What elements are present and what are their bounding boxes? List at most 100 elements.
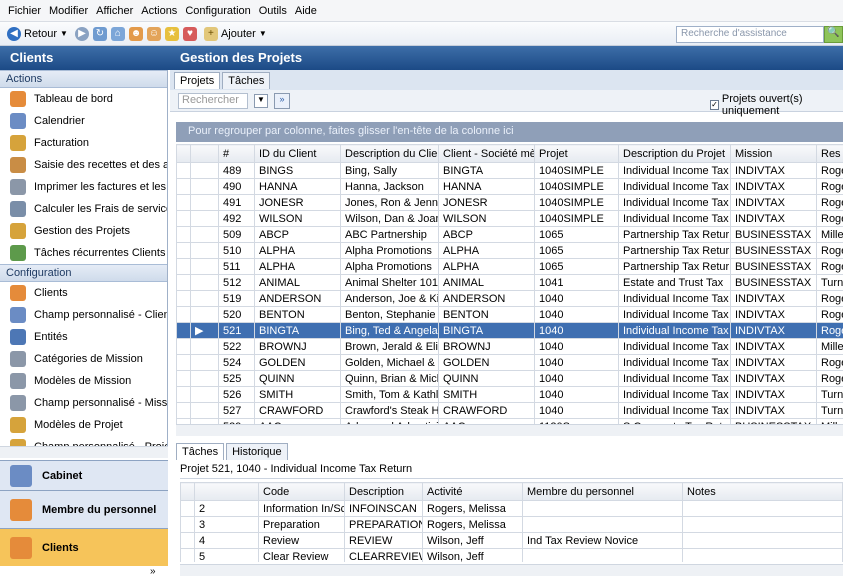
- table-cell[interactable]: 521: [218, 322, 255, 339]
- table-cell[interactable]: Partnership Tax Retur: [618, 226, 731, 243]
- sidebar-item[interactable]: Facturation: [0, 132, 167, 154]
- table-cell[interactable]: 1040: [534, 370, 619, 387]
- column-header[interactable]: Description du Client: [340, 144, 439, 163]
- nav-button[interactable]: Cabinet: [0, 460, 168, 490]
- menu-item[interactable]: Afficher: [92, 5, 137, 17]
- table-cell[interactable]: 491: [218, 194, 255, 211]
- table-cell[interactable]: ANIMAL: [254, 274, 341, 291]
- table-cell[interactable]: CRAWFORD: [438, 402, 535, 419]
- table-cell[interactable]: Individual Income Tax: [618, 402, 731, 419]
- sidebar-item[interactable]: Saisie des recettes et des aju...: [0, 154, 167, 176]
- table-cell[interactable]: 512: [218, 274, 255, 291]
- table-row[interactable]: 5 Clear Review CLEARREVIEW Wilson, Jeff: [180, 548, 843, 562]
- table-cell[interactable]: Roger: [816, 322, 843, 339]
- menu-item[interactable]: Outils: [255, 5, 291, 17]
- search-input[interactable]: Rechercher: [178, 92, 248, 109]
- table-cell[interactable]: HANNA: [438, 178, 535, 195]
- table-cell[interactable]: BUSINESSTAX: [730, 242, 817, 259]
- table-cell[interactable]: Roger: [816, 258, 843, 275]
- table-cell[interactable]: Smith, Tom & Kathlee: [340, 386, 439, 403]
- table-cell[interactable]: Review: [258, 532, 345, 549]
- table-cell[interactable]: Individual Income Tax: [618, 210, 731, 227]
- column-header[interactable]: Res: [816, 144, 843, 163]
- search-icon[interactable]: 🔍: [824, 26, 843, 43]
- column-header[interactable]: Projet: [534, 144, 619, 163]
- table-cell[interactable]: [522, 516, 683, 533]
- table-cell[interactable]: Turne: [816, 386, 843, 403]
- table-cell[interactable]: INDIVTAX: [730, 386, 817, 403]
- table-cell[interactable]: 4: [194, 532, 259, 549]
- row-selector[interactable]: [180, 500, 195, 517]
- projects-hscrollbar[interactable]: [176, 424, 843, 436]
- table-cell[interactable]: 1040: [534, 306, 619, 323]
- table-cell[interactable]: 1065: [534, 242, 619, 259]
- table-cell[interactable]: BINGTA: [254, 322, 341, 339]
- table-cell[interactable]: 1040SIMPLE: [534, 210, 619, 227]
- table-cell[interactable]: Information In/Sc: [258, 500, 345, 517]
- table-cell[interactable]: INDIVTAX: [730, 178, 817, 195]
- table-cell[interactable]: Turne: [816, 274, 843, 291]
- table-row[interactable]: 526SMITHSmith, Tom & KathleeSMITH1040Ind…: [176, 386, 843, 403]
- table-row[interactable]: 510 ALPHA Alpha Promotions ALPHA 1065 Partner…: [176, 242, 843, 259]
- table-cell[interactable]: Individual Income Tax: [618, 162, 731, 179]
- table-cell[interactable]: Individual Income Tax: [618, 386, 731, 403]
- table-cell[interactable]: 489: [218, 162, 255, 179]
- menu-item[interactable]: Actions: [137, 5, 181, 17]
- table-cell[interactable]: Bing, Sally: [340, 162, 439, 179]
- table-row[interactable]: ▶ 521 BINGTA Bing, Ted & Angela BINGTA 1040 In…: [176, 322, 843, 339]
- table-cell[interactable]: 527: [218, 402, 255, 419]
- table-cell[interactable]: Brown, Jerald & Eliza: [340, 338, 439, 355]
- tab[interactable]: Tâches: [222, 72, 271, 89]
- table-cell[interactable]: [682, 516, 843, 533]
- table-cell[interactable]: 1040SIMPLE: [534, 194, 619, 211]
- table-cell[interactable]: Roger: [816, 354, 843, 371]
- table-cell[interactable]: QUINN: [254, 370, 341, 387]
- row-selector[interactable]: [176, 322, 191, 339]
- sidebar-item[interactable]: Champ personnalisé - Client: [0, 304, 167, 326]
- table-cell[interactable]: ANIMAL: [438, 274, 535, 291]
- table-cell[interactable]: BROWNJ: [254, 338, 341, 355]
- table-cell[interactable]: [682, 500, 843, 517]
- row-selector[interactable]: [176, 306, 191, 323]
- table-row[interactable]: 520 BENTON Benton, Stephanie BENTON 1040 Indi…: [176, 306, 843, 323]
- row-selector[interactable]: [176, 258, 191, 275]
- left-scrollbar[interactable]: [0, 446, 168, 458]
- grid-corner[interactable]: [180, 482, 195, 501]
- table-cell[interactable]: Bing, Ted & Angela: [340, 322, 439, 339]
- star-icon[interactable]: ★: [164, 26, 179, 41]
- person-icon[interactable]: ☺: [146, 26, 161, 41]
- table-cell[interactable]: BUSINESSTAX: [730, 274, 817, 291]
- table-cell[interactable]: REVIEW: [344, 532, 423, 549]
- row-selector[interactable]: [176, 402, 191, 419]
- table-cell[interactable]: Individual Income Tax: [618, 370, 731, 387]
- column-header[interactable]: Description du Projet: [618, 144, 731, 163]
- table-cell[interactable]: JONESR: [438, 194, 535, 211]
- nav-button[interactable]: Clients: [0, 528, 168, 566]
- table-cell[interactable]: Rogers, Melissa: [422, 516, 523, 533]
- column-header[interactable]: Membre du personnel: [522, 482, 683, 501]
- table-cell[interactable]: Roger: [816, 242, 843, 259]
- table-cell[interactable]: INDIVTAX: [730, 322, 817, 339]
- table-row[interactable]: 527CRAWFORDCrawford's Steak HouCRAWFORD1…: [176, 402, 843, 419]
- table-cell[interactable]: [522, 500, 683, 517]
- help-search-input[interactable]: Recherche d'assistance: [676, 26, 824, 43]
- table-cell[interactable]: QUINN: [438, 370, 535, 387]
- table-cell[interactable]: BINGTA: [438, 162, 535, 179]
- table-cell[interactable]: Golden, Michael & Me: [340, 354, 439, 371]
- table-cell[interactable]: WILSON: [438, 210, 535, 227]
- table-row[interactable]: 490 HANNA Hanna, Jackson HANNA 1040SIMPLE Ind…: [176, 178, 843, 195]
- table-cell[interactable]: BUSINESSTAX: [730, 258, 817, 275]
- row-selector[interactable]: [176, 354, 191, 371]
- row-selector[interactable]: [176, 386, 191, 403]
- table-cell[interactable]: ALPHA: [438, 258, 535, 275]
- table-cell[interactable]: Crawford's Steak Hou: [340, 402, 439, 419]
- table-cell[interactable]: INDIVTAX: [730, 210, 817, 227]
- table-cell[interactable]: BINGTA: [438, 322, 535, 339]
- table-cell[interactable]: INFOINSCAN: [344, 500, 423, 517]
- open-projects-toggle[interactable]: ✓ Projets ouvert(s) uniquement: [710, 93, 843, 117]
- table-cell[interactable]: INDIVTAX: [730, 162, 817, 179]
- table-cell[interactable]: 1041: [534, 274, 619, 291]
- table-cell[interactable]: Benton, Stephanie: [340, 306, 439, 323]
- table-cell[interactable]: 1040: [534, 338, 619, 355]
- table-cell[interactable]: Roger: [816, 290, 843, 307]
